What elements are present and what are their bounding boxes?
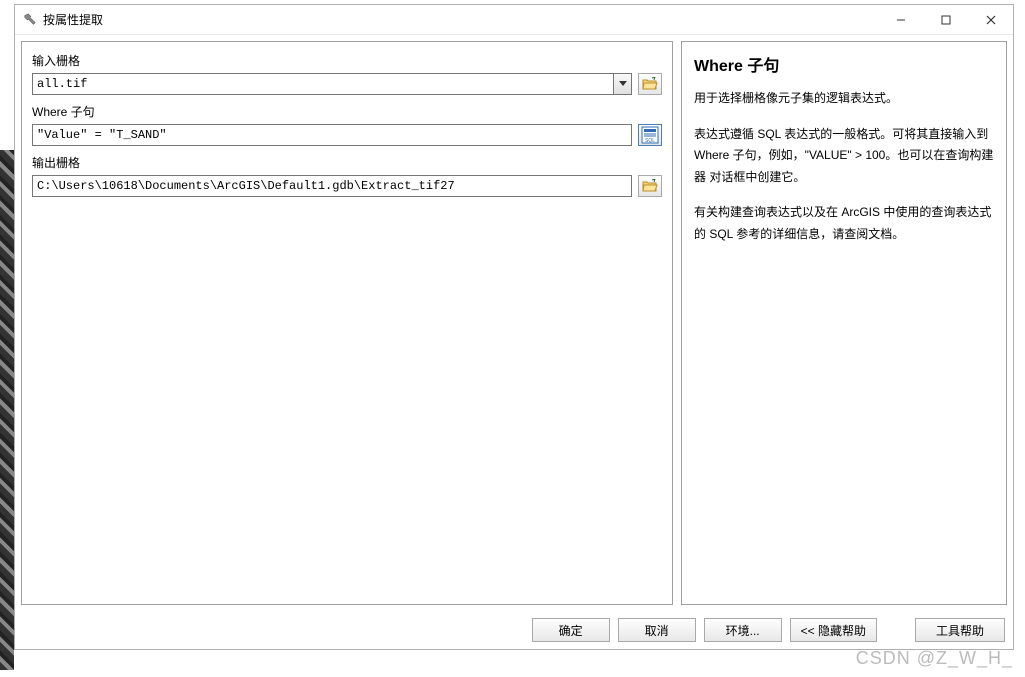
where-clause-input[interactable] <box>32 124 632 146</box>
where-clause-row: SQL <box>32 124 662 146</box>
input-raster-row <box>32 73 662 95</box>
parameters-panel: 输入栅格 Where 子句 <box>21 41 673 605</box>
svg-text:SQL: SQL <box>645 138 655 144</box>
watermark-text: CSDN @Z_W_H_ <box>856 648 1013 669</box>
button-bar: 确定 取消 环境... << 隐藏帮助 工具帮助 <box>15 611 1013 649</box>
input-raster-input[interactable] <box>33 74 613 94</box>
titlebar[interactable]: 按属性提取 <box>15 5 1013 35</box>
where-clause-label: Where 子句 <box>32 103 662 120</box>
hide-help-button[interactable]: << 隐藏帮助 <box>790 618 877 642</box>
chevron-down-icon <box>619 81 627 87</box>
output-raster-input[interactable] <box>32 175 632 197</box>
input-raster-combo[interactable] <box>32 73 632 95</box>
help-paragraph-2: 表达式遵循 SQL 表达式的一般格式。可将其直接输入到 Where 子句，例如，… <box>694 124 994 189</box>
help-parag-3: 有关构建查询表达式以及在 ArcGIS 中使用的查询表达式的 SQL 参考的详细… <box>694 202 994 245</box>
background-decoration <box>0 150 14 670</box>
help-title: Where 子句 <box>694 52 994 76</box>
folder-open-icon <box>642 179 658 193</box>
input-raster-label: 输入栅格 <box>32 52 662 69</box>
sql-query-builder-button[interactable]: SQL <box>638 124 662 146</box>
maximize-button[interactable] <box>923 5 968 34</box>
dialog-body: 输入栅格 Where 子句 <box>15 35 1013 611</box>
tool-help-button[interactable]: 工具帮助 <box>915 618 1005 642</box>
minimize-icon <box>896 15 906 25</box>
folder-open-icon <box>642 77 658 91</box>
window-controls <box>878 5 1013 34</box>
sql-icon: SQL <box>641 126 659 144</box>
cancel-button[interactable]: 取消 <box>618 618 696 642</box>
output-raster-label: 输出栅格 <box>32 154 662 171</box>
dialog-window: 按属性提取 输入栅格 <box>14 4 1014 650</box>
minimize-button[interactable] <box>878 5 923 34</box>
help-paragraph-1: 用于选择栅格像元子集的逻辑表达式。 <box>694 88 994 110</box>
output-raster-browse-button[interactable] <box>638 175 662 197</box>
environments-button[interactable]: 环境... <box>704 618 782 642</box>
hammer-icon <box>23 13 37 27</box>
output-raster-row <box>32 175 662 197</box>
close-icon <box>986 15 996 25</box>
maximize-icon <box>941 15 951 25</box>
window-title: 按属性提取 <box>43 11 103 28</box>
help-panel: Where 子句 用于选择栅格像元子集的逻辑表达式。 表达式遵循 SQL 表达式… <box>681 41 1007 605</box>
background-decoration-right <box>1014 120 1025 670</box>
input-raster-dropdown-button[interactable] <box>613 74 631 94</box>
close-button[interactable] <box>968 5 1013 34</box>
input-raster-browse-button[interactable] <box>638 73 662 95</box>
ok-button[interactable]: 确定 <box>532 618 610 642</box>
